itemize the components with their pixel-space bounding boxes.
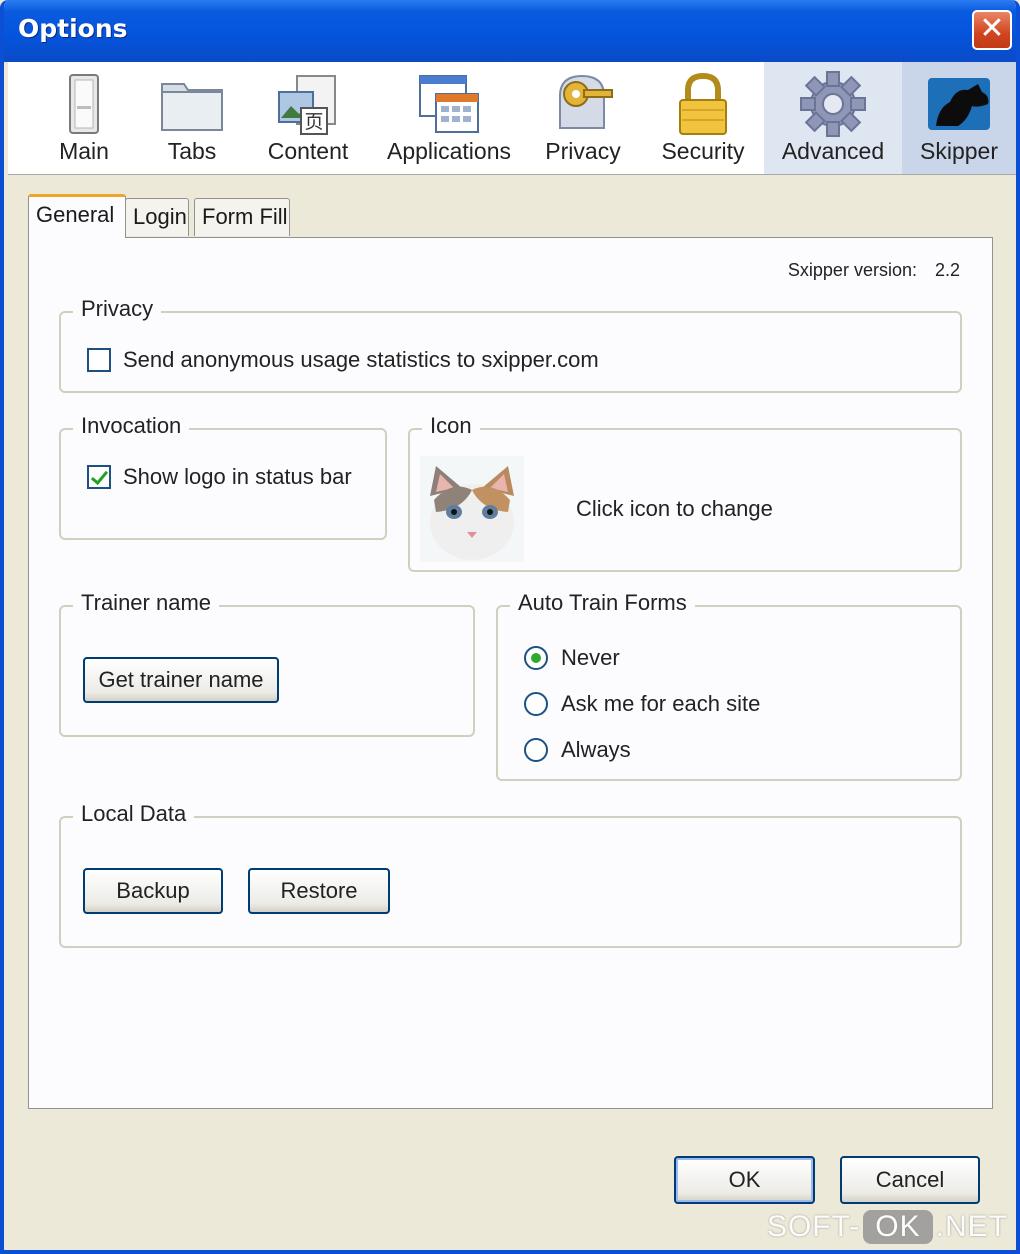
close-button[interactable]: ✕ <box>972 10 1012 50</box>
icon-legend: Icon <box>422 413 480 439</box>
pane-advanced[interactable]: Advanced <box>764 62 902 174</box>
general-tab-panel: Sxipper version: 2.2 Privacy Send anonymo… <box>28 237 993 1109</box>
local-data-legend: Local Data <box>73 801 195 827</box>
usage-stats-label: Send anonymous usage statistics to sxipp… <box>123 347 599 372</box>
pane-label: Applications <box>386 138 512 164</box>
applications-pane-icon <box>419 75 479 133</box>
backup-button[interactable]: Backup <box>83 868 223 914</box>
title-bar[interactable]: Options ✕ <box>4 0 1016 62</box>
pane-label: Content <box>267 138 349 164</box>
pane-privacy[interactable]: Privacy <box>528 62 638 174</box>
pane-content[interactable]: 页 Content <box>246 62 370 174</box>
window-title: Options <box>18 14 128 43</box>
radio-never-label: Never <box>561 645 620 670</box>
tab-login[interactable]: Login <box>125 198 189 236</box>
watermark-left: SOFT- <box>766 1210 861 1243</box>
ok-button[interactable]: OK <box>674 1156 815 1204</box>
auto-train-legend: Auto Train Forms <box>510 590 695 616</box>
radio-ask-label: Ask me for each site <box>561 691 761 716</box>
version-label: Sxipper version: <box>787 260 917 280</box>
show-logo-checkbox[interactable] <box>87 465 111 489</box>
cancel-button[interactable]: Cancel <box>840 1156 980 1204</box>
icon-group: Icon Click icon to change <box>408 413 962 572</box>
privacy-legend: Privacy <box>73 296 162 322</box>
pane-label: Privacy <box>545 138 621 164</box>
pane-security[interactable]: Security <box>644 62 762 174</box>
security-lock-icon <box>679 72 727 135</box>
tab-general[interactable]: General <box>28 194 126 238</box>
version-value: 2.2 <box>934 260 960 280</box>
pane-tabs[interactable]: Tabs <box>138 62 246 174</box>
pane-label: Tabs <box>167 138 217 164</box>
radio-ask[interactable] <box>524 692 548 716</box>
kitten-image[interactable] <box>420 456 524 562</box>
privacy-pane-icon <box>559 74 613 129</box>
tabs-pane-icon <box>161 83 223 131</box>
local-data-group: Local Data Backup Restore <box>59 801 962 948</box>
main-pane-icon <box>69 74 99 134</box>
options-window: Options ✕ Main Tabs 页 Content Applicatio… <box>0 0 1020 1254</box>
usage-stats-checkbox[interactable] <box>87 348 111 372</box>
watermark-right: .NET <box>935 1210 1008 1243</box>
pane-applications[interactable]: Applications <box>376 62 522 174</box>
pane-skipper[interactable]: Skipper <box>902 62 1016 174</box>
privacy-group: Privacy Send anonymous usage statistics … <box>59 296 962 393</box>
pane-label: Main <box>59 138 109 164</box>
preferences-toolbar: Main Tabs 页 Content Applications Privacy… <box>8 62 1016 175</box>
invocation-legend: Invocation <box>73 413 190 439</box>
trainer-name-legend: Trainer name <box>73 590 220 616</box>
watermark-middle: OK <box>863 1210 933 1244</box>
trainer-name-group: Trainer name Get trainer name <box>59 590 475 737</box>
auto-train-forms-group: Auto Train Forms Never Ask me for each s… <box>496 590 962 781</box>
icon-hint: Click icon to change <box>576 496 773 521</box>
radio-always-label: Always <box>561 737 631 762</box>
pane-main[interactable]: Main <box>30 62 138 174</box>
version-info: Sxipper version: 2.2 <box>788 260 960 281</box>
advanced-gear-icon <box>800 71 866 137</box>
radio-ask-option[interactable]: Ask me for each site <box>524 691 760 717</box>
pane-label: Advanced <box>781 138 885 164</box>
show-logo-label: Show logo in status bar <box>123 464 352 489</box>
radio-never[interactable] <box>524 646 548 670</box>
show-logo-option[interactable]: Show logo in status bar <box>87 464 352 490</box>
pane-label: Skipper <box>920 138 998 164</box>
pane-label: Security <box>661 138 745 164</box>
radio-always-option[interactable]: Always <box>524 737 631 763</box>
invocation-group: Invocation Show logo in status bar <box>59 413 387 540</box>
tab-form-fill[interactable]: Form Fill <box>194 198 290 236</box>
restore-button[interactable]: Restore <box>248 868 390 914</box>
get-trainer-name-button[interactable]: Get trainer name <box>83 657 279 703</box>
watermark: SOFT- OK .NET <box>767 1210 1008 1244</box>
radio-always[interactable] <box>524 738 548 762</box>
usage-stats-option[interactable]: Send anonymous usage statistics to sxipp… <box>87 347 599 373</box>
content-pane-icon: 页 <box>278 75 336 135</box>
skipper-dog-icon <box>928 78 990 130</box>
svg-text:页: 页 <box>304 111 323 133</box>
radio-never-option[interactable]: Never <box>524 645 620 671</box>
